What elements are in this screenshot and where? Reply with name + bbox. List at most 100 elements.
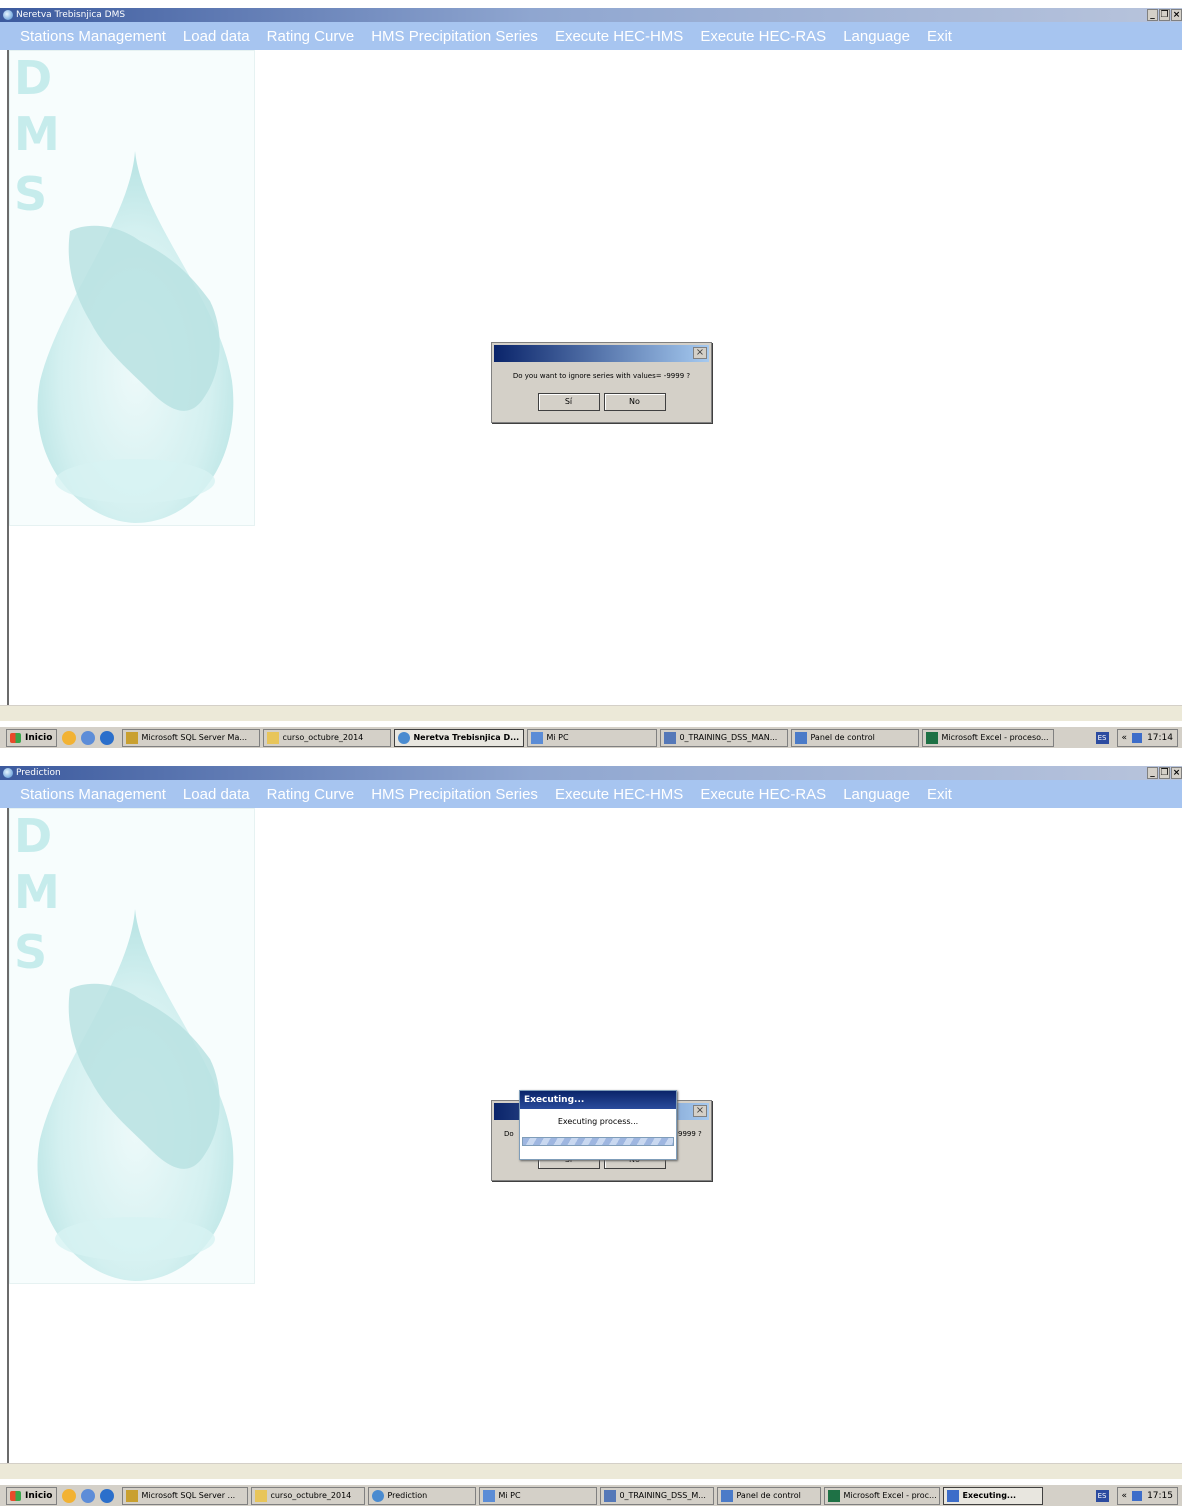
excel-icon <box>926 731 939 744</box>
task-label: curso_octubre_2014 <box>270 1490 352 1500</box>
task-neretva-app[interactable]: Neretva Trebisnjica D... <box>394 728 525 747</box>
task-prediction-app[interactable]: Prediction <box>368 1486 477 1505</box>
status-bar <box>0 705 1182 721</box>
menu-exit[interactable]: Exit <box>927 28 952 45</box>
close-button[interactable]: × <box>1171 9 1182 21</box>
dialog-close-button[interactable]: × <box>693 347 707 359</box>
logo-letter-d: D <box>14 51 52 105</box>
progress-bar <box>522 1137 674 1146</box>
task-sql-server[interactable]: Microsoft SQL Server ... <box>122 1486 249 1505</box>
chevron-left-icon[interactable]: « <box>1122 1491 1128 1501</box>
minimize-button[interactable]: _ <box>1147 9 1158 21</box>
network-icon[interactable] <box>1132 732 1143 743</box>
network-icon[interactable] <box>1132 1490 1143 1501</box>
quicklaunch-chrome-icon[interactable] <box>62 1488 77 1503</box>
task-label: Executing... <box>962 1490 1017 1500</box>
task-label: Microsoft Excel - proc... <box>843 1490 937 1500</box>
menu-rating-curve[interactable]: Rating Curve <box>267 28 355 45</box>
menu-bar: Stations Management Load data Rating Cur… <box>0 22 1182 50</box>
yes-button[interactable]: Sí <box>537 393 600 411</box>
menu-execute-hec-ras[interactable]: Execute HEC-RAS <box>700 28 826 45</box>
control-panel-icon <box>721 1489 734 1502</box>
no-button[interactable]: No <box>603 393 666 411</box>
menu-hms-precipitation-series[interactable]: HMS Precipitation Series <box>371 28 538 45</box>
dialog-close-button[interactable]: × <box>693 1105 707 1117</box>
restore-button[interactable]: ❐ <box>1159 9 1170 21</box>
menu-load-data[interactable]: Load data <box>183 786 250 803</box>
menu-bar: Stations Management Load data Rating Cur… <box>0 780 1182 808</box>
start-button[interactable]: Inicio <box>6 1486 58 1505</box>
menu-exit[interactable]: Exit <box>927 786 952 803</box>
task-training-doc[interactable]: 0_TRAINING_DSS_M... <box>600 1486 715 1505</box>
task-label: Mi PC <box>546 732 569 742</box>
task-label: 0_TRAINING_DSS_M... <box>619 1490 706 1500</box>
window-titlebar: Prediction _ ❐ × <box>0 766 1182 780</box>
task-folder[interactable]: curso_octubre_2014 <box>251 1486 366 1505</box>
language-indicator[interactable]: ES <box>1095 1489 1109 1502</box>
computer-icon <box>531 731 544 744</box>
logo-letter-s: S <box>14 925 47 979</box>
task-executing[interactable]: Executing... <box>943 1486 1044 1505</box>
folder-icon <box>267 731 280 744</box>
tray-area: « 17:14 <box>1116 728 1178 747</box>
menu-execute-hec-hms[interactable]: Execute HEC-HMS <box>555 28 683 45</box>
task-mi-pc[interactable]: Mi PC <box>479 1486 598 1505</box>
task-sql-server[interactable]: Microsoft SQL Server Ma... <box>122 728 261 747</box>
logo-letter-m: M <box>14 107 60 161</box>
dialog-titlebar: × <box>494 345 709 362</box>
menu-hms-precipitation-series[interactable]: HMS Precipitation Series <box>371 786 538 803</box>
chevron-left-icon[interactable]: « <box>1122 733 1128 743</box>
minimize-button[interactable]: _ <box>1147 767 1158 779</box>
excel-icon <box>828 1489 841 1502</box>
menu-execute-hec-hms[interactable]: Execute HEC-HMS <box>555 786 683 803</box>
app-drop-icon <box>3 10 13 20</box>
menu-stations-management[interactable]: Stations Management <box>20 28 166 45</box>
document-icon <box>604 1489 617 1502</box>
quicklaunch-chrome-icon[interactable] <box>62 730 77 745</box>
menu-execute-hec-ras[interactable]: Execute HEC-RAS <box>700 786 826 803</box>
start-button[interactable]: Inicio <box>6 728 58 747</box>
executing-title: Executing... <box>520 1091 676 1109</box>
task-folder[interactable]: curso_octubre_2014 <box>263 728 392 747</box>
logo-letter-m: M <box>14 865 60 919</box>
menu-rating-curve[interactable]: Rating Curve <box>267 786 355 803</box>
task-control-panel[interactable]: Panel de control <box>717 1486 822 1505</box>
quicklaunch-ie-icon[interactable] <box>100 730 115 745</box>
logo-letter-s: S <box>14 167 47 221</box>
system-tray: ES « 17:15 <box>1095 1486 1178 1505</box>
menu-load-data[interactable]: Load data <box>183 28 250 45</box>
task-excel[interactable]: Microsoft Excel - proc... <box>824 1486 941 1505</box>
task-control-panel[interactable]: Panel de control <box>791 728 920 747</box>
executing-dialog: Executing... Executing process... <box>519 1090 677 1160</box>
screenshot-separator <box>0 750 1182 758</box>
task-label: Prediction <box>387 1490 428 1500</box>
language-indicator[interactable]: ES <box>1095 731 1109 744</box>
menu-language[interactable]: Language <box>843 786 910 803</box>
system-tray: ES « 17:14 <box>1095 728 1178 747</box>
restore-button[interactable]: ❐ <box>1159 767 1170 779</box>
document-icon <box>664 731 677 744</box>
dms-logo-panel: D M S <box>9 50 255 526</box>
quicklaunch-refresh-icon[interactable] <box>81 1488 96 1503</box>
task-label: Mi PC <box>498 1490 521 1500</box>
windows-flag-icon <box>10 1490 21 1501</box>
task-label: curso_octubre_2014 <box>282 732 364 742</box>
start-label: Inicio <box>25 732 53 743</box>
quicklaunch-ie-icon[interactable] <box>100 1488 115 1503</box>
task-mi-pc[interactable]: Mi PC <box>527 728 658 747</box>
executing-icon <box>947 1489 960 1502</box>
clock: 17:15 <box>1147 1490 1173 1501</box>
dialog-button-row: Sí No <box>492 393 711 411</box>
task-label: Panel de control <box>810 732 875 742</box>
menu-stations-management[interactable]: Stations Management <box>20 786 166 803</box>
close-button[interactable]: × <box>1171 767 1182 779</box>
screenshot-1: Neretva Trebisnjica DMS _ ❐ × Stations M… <box>0 0 1182 750</box>
task-excel[interactable]: Microsoft Excel - proceso... <box>922 728 1055 747</box>
task-label: Microsoft SQL Server ... <box>141 1490 236 1500</box>
dialog-message-left: Do <box>504 1130 514 1138</box>
menu-language[interactable]: Language <box>843 28 910 45</box>
task-training-doc[interactable]: 0_TRAINING_DSS_MAN... <box>660 728 789 747</box>
task-label: Panel de control <box>736 1490 801 1500</box>
sql-server-icon <box>126 731 139 744</box>
quicklaunch-refresh-icon[interactable] <box>81 730 96 745</box>
